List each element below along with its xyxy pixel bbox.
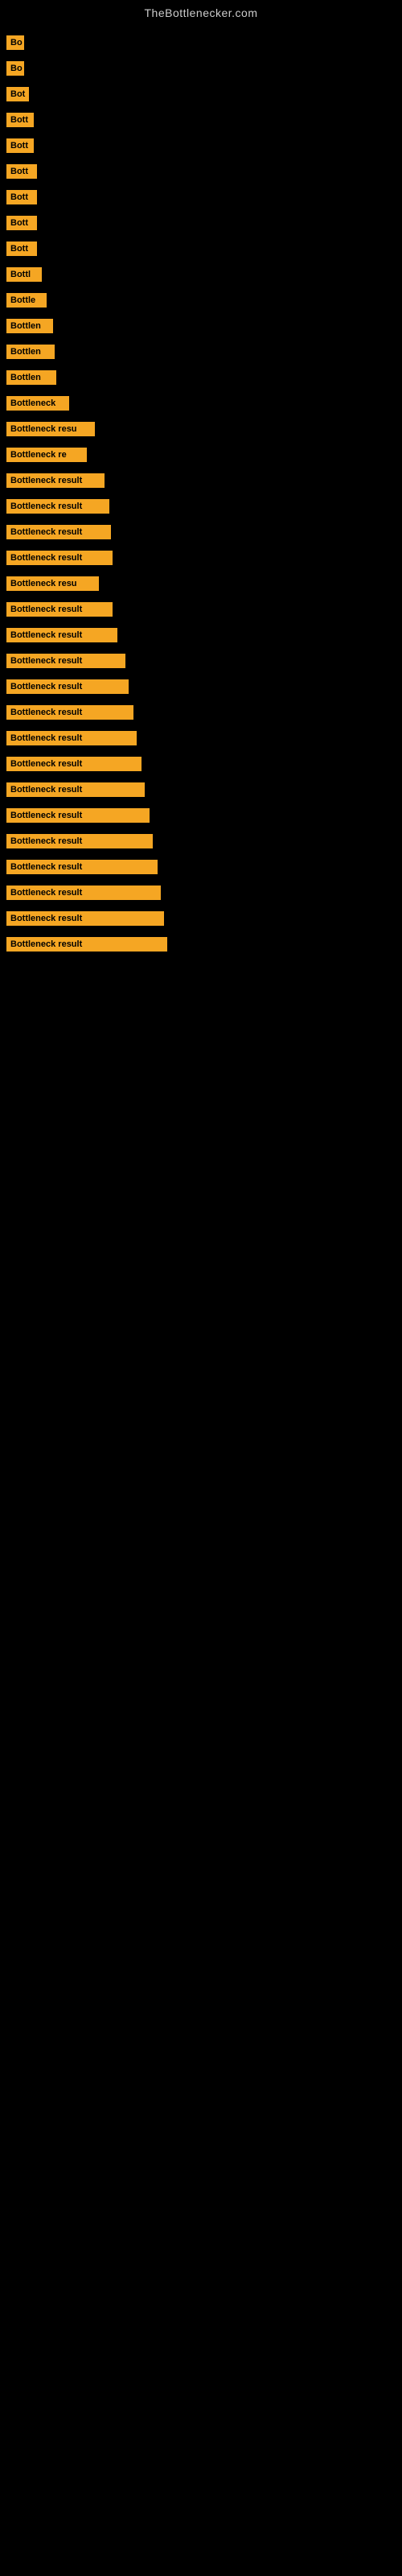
list-item: Bottleneck result bbox=[0, 726, 402, 750]
list-item: Bo bbox=[0, 56, 402, 80]
list-item: Bottleneck result bbox=[0, 494, 402, 518]
bottleneck-label: Bottleneck result bbox=[6, 808, 150, 823]
list-item: Bottlen bbox=[0, 365, 402, 390]
bottleneck-label: Bott bbox=[6, 113, 34, 127]
bottleneck-label: Bottle bbox=[6, 293, 47, 308]
list-item: Bottleneck result bbox=[0, 700, 402, 724]
list-item: Bottleneck result bbox=[0, 932, 402, 956]
list-item: Bott bbox=[0, 134, 402, 158]
bottleneck-label: Bottleneck resu bbox=[6, 576, 99, 591]
bottleneck-label: Bot bbox=[6, 87, 29, 101]
list-item: Bottleneck result bbox=[0, 649, 402, 673]
bottleneck-label: Bottleneck result bbox=[6, 679, 129, 694]
list-item: Bottleneck result bbox=[0, 546, 402, 570]
list-item: Bottleneck result bbox=[0, 803, 402, 828]
list-item: Bottlen bbox=[0, 314, 402, 338]
list-item: Bottleneck result bbox=[0, 623, 402, 647]
bottleneck-label: Bottleneck result bbox=[6, 473, 105, 488]
list-item: Bottleneck resu bbox=[0, 417, 402, 441]
bottleneck-label: Bottleneck result bbox=[6, 525, 111, 539]
bottleneck-label: Bottleneck result bbox=[6, 499, 109, 514]
list-item: Bott bbox=[0, 185, 402, 209]
list-item: Bottleneck result bbox=[0, 855, 402, 879]
list-item: Bottleneck result bbox=[0, 881, 402, 905]
list-item: Bottleneck result bbox=[0, 520, 402, 544]
bottleneck-label: Bottleneck result bbox=[6, 886, 161, 900]
list-item: Bott bbox=[0, 159, 402, 184]
bottleneck-label: Bo bbox=[6, 35, 24, 50]
list-item: Bottleneck re bbox=[0, 443, 402, 467]
bottleneck-label: Bottleneck result bbox=[6, 602, 113, 617]
list-item: Bottleneck result bbox=[0, 597, 402, 621]
bottleneck-label: Bott bbox=[6, 190, 37, 204]
bottleneck-label: Bo bbox=[6, 61, 24, 76]
list-item: Bottleneck resu bbox=[0, 572, 402, 596]
bottleneck-label: Bottleneck result bbox=[6, 860, 158, 874]
bottleneck-label: Bottlen bbox=[6, 319, 53, 333]
list-item: Bottleneck result bbox=[0, 778, 402, 802]
list-item: Bott bbox=[0, 237, 402, 261]
list-item: Bo bbox=[0, 31, 402, 55]
list-item: Bottleneck result bbox=[0, 752, 402, 776]
bottleneck-label: Bottleneck result bbox=[6, 757, 142, 771]
list-item: Bott bbox=[0, 108, 402, 132]
list-item: Bottle bbox=[0, 288, 402, 312]
bottleneck-label: Bottleneck result bbox=[6, 628, 117, 642]
bottleneck-label: Bottleneck result bbox=[6, 834, 153, 848]
bottleneck-label: Bottlen bbox=[6, 345, 55, 359]
bottleneck-label: Bott bbox=[6, 138, 34, 153]
bottleneck-label: Bottleneck bbox=[6, 396, 69, 411]
list-item: Bottleneck result bbox=[0, 829, 402, 853]
bottleneck-label: Bottleneck resu bbox=[6, 422, 95, 436]
bottleneck-label: Bottleneck result bbox=[6, 911, 164, 926]
bottleneck-label: Bottleneck result bbox=[6, 551, 113, 565]
bottleneck-label: Bott bbox=[6, 242, 37, 256]
bottleneck-label: Bott bbox=[6, 216, 37, 230]
list-item: Bottlen bbox=[0, 340, 402, 364]
bottleneck-label: Bottleneck re bbox=[6, 448, 87, 462]
list-item: Bottleneck result bbox=[0, 906, 402, 931]
bottleneck-label: Bottl bbox=[6, 267, 42, 282]
bottleneck-label: Bott bbox=[6, 164, 37, 179]
bottleneck-label: Bottlen bbox=[6, 370, 56, 385]
list-item: Bottleneck bbox=[0, 391, 402, 415]
bottleneck-label: Bottleneck result bbox=[6, 731, 137, 745]
list-item: Bott bbox=[0, 211, 402, 235]
list-item: Bottleneck result bbox=[0, 469, 402, 493]
bottleneck-label: Bottleneck result bbox=[6, 937, 167, 952]
items-container: Bo Bo Bot Bott Bott Bott Bott Bott Bott Bottl Bott… bbox=[0, 23, 402, 966]
list-item: Bot bbox=[0, 82, 402, 106]
site-title: TheBottlenecker.com bbox=[0, 0, 402, 23]
bottleneck-label: Bottleneck result bbox=[6, 782, 145, 797]
bottleneck-label: Bottleneck result bbox=[6, 654, 125, 668]
list-item: Bottleneck result bbox=[0, 675, 402, 699]
list-item: Bottl bbox=[0, 262, 402, 287]
bottleneck-label: Bottleneck result bbox=[6, 705, 133, 720]
